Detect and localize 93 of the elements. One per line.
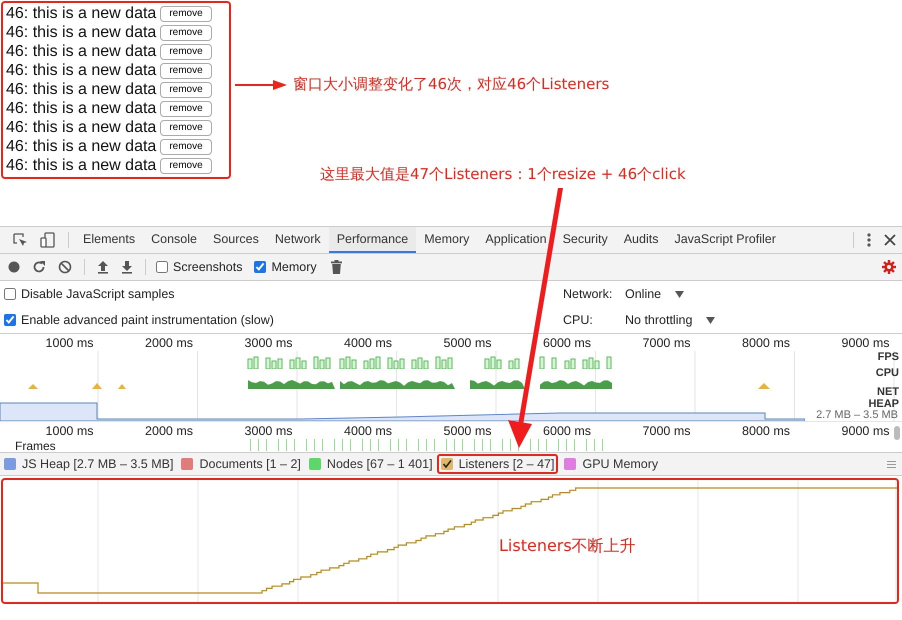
counter-checkbox[interactable] bbox=[4, 458, 16, 470]
tab[interactable]: Network bbox=[266, 227, 329, 253]
caret-icon bbox=[706, 316, 716, 324]
setting-label: CPU: bbox=[563, 313, 594, 327]
tab[interactable]: Console bbox=[143, 227, 205, 253]
checkbox-label: Memory bbox=[271, 260, 317, 274]
time-tick-label: 3000 ms bbox=[244, 336, 294, 350]
annotation-text: 窗口大小调整变化了46次，对应46个Listeners bbox=[293, 75, 610, 94]
time-tick-label: 5000 ms bbox=[442, 336, 492, 350]
data-row-text: 46: this is a new data bbox=[6, 138, 156, 156]
remove-button[interactable]: remove bbox=[160, 6, 212, 22]
checkbox[interactable] bbox=[254, 261, 266, 273]
clear-icon[interactable] bbox=[58, 260, 72, 274]
trash-icon[interactable] bbox=[330, 260, 342, 274]
tab[interactable]: Elements bbox=[75, 227, 144, 253]
throttling-dropdown[interactable]: No throttling bbox=[625, 313, 716, 327]
annotation-text: 这里最大值是47个Listeners：1个resize + 46个click bbox=[320, 165, 686, 184]
time-tick-label: 7000 ms bbox=[642, 336, 692, 350]
checkbox[interactable] bbox=[4, 314, 16, 326]
caret-icon bbox=[675, 290, 684, 298]
menu-icon[interactable] bbox=[887, 460, 896, 468]
data-row-text: 46: this is a new data bbox=[6, 80, 156, 98]
remove-button[interactable]: remove bbox=[160, 138, 212, 154]
remove-button[interactable]: remove bbox=[160, 120, 212, 136]
time-tick-label: 3000 ms bbox=[244, 424, 294, 438]
tab[interactable]: Security bbox=[554, 227, 616, 253]
checkbox-label: Screenshots bbox=[173, 260, 242, 274]
checkbox-label: Enable advanced paint instrumentation (slow) bbox=[21, 313, 274, 327]
track-label: NET bbox=[877, 386, 899, 398]
device-icon[interactable] bbox=[40, 232, 56, 248]
remove-button[interactable]: remove bbox=[160, 24, 212, 40]
remove-button[interactable]: remove bbox=[160, 158, 212, 174]
heap-range-label: 2.7 MB – 3.5 MB bbox=[816, 409, 898, 422]
time-tick-label: 7000 ms bbox=[642, 424, 692, 438]
remove-button[interactable]: remove bbox=[160, 62, 212, 78]
close-icon[interactable] bbox=[884, 234, 896, 246]
tab[interactable]: Application bbox=[477, 227, 555, 253]
data-row-text: 46: this is a new data bbox=[6, 42, 156, 60]
data-row-text: 46: this is a new data bbox=[6, 62, 156, 80]
tab[interactable]: Sources bbox=[204, 227, 267, 253]
frames-label: Frames bbox=[15, 438, 56, 452]
data-row-text: 46: this is a new data bbox=[6, 118, 156, 136]
time-tick-label: 6000 ms bbox=[542, 424, 592, 438]
data-row-text: 46: this is a new data bbox=[6, 100, 156, 118]
tab[interactable]: Performance bbox=[328, 227, 416, 253]
annotation-arrow bbox=[235, 79, 287, 91]
time-tick-label: 5000 ms bbox=[442, 424, 492, 438]
throttling-dropdown[interactable]: Online bbox=[625, 287, 684, 301]
time-tick-label: 4000 ms bbox=[343, 424, 393, 438]
annotation-text: Listeners不断上升 bbox=[499, 536, 636, 557]
checkbox-label: Disable JavaScript samples bbox=[21, 287, 175, 301]
time-tick-label: 4000 ms bbox=[343, 336, 393, 350]
counter-checkbox[interactable] bbox=[308, 458, 321, 470]
download-icon[interactable] bbox=[121, 260, 133, 274]
setting-label: Network: bbox=[563, 287, 614, 301]
time-tick-label: 8000 ms bbox=[741, 336, 791, 350]
counter-checkbox[interactable] bbox=[440, 458, 453, 470]
checkbox[interactable] bbox=[156, 261, 168, 273]
time-tick-label: 2000 ms bbox=[144, 424, 194, 438]
inspect-icon[interactable] bbox=[12, 232, 28, 248]
time-tick-label: 8000 ms bbox=[741, 424, 791, 438]
track-label: CPU bbox=[876, 367, 899, 379]
data-row-text: 46: this is a new data bbox=[6, 4, 156, 22]
remove-button[interactable]: remove bbox=[160, 44, 212, 60]
track-label: FPS bbox=[878, 351, 899, 363]
remove-button[interactable]: remove bbox=[160, 82, 212, 98]
settings-icon[interactable] bbox=[882, 260, 896, 274]
record-icon[interactable] bbox=[8, 261, 20, 273]
counter-toggle[interactable]: Nodes [67 – 1 401] bbox=[308, 457, 433, 471]
upload-icon[interactable] bbox=[97, 260, 109, 274]
data-row-text: 46: this is a new data bbox=[6, 24, 156, 42]
more-icon[interactable] bbox=[866, 232, 872, 248]
time-tick-label: 6000 ms bbox=[542, 336, 592, 350]
checkbox[interactable] bbox=[4, 288, 16, 300]
track-label: HEAP bbox=[868, 398, 899, 410]
counter-toggle[interactable]: JS Heap [2.7 MB – 3.5 MB] bbox=[4, 457, 174, 471]
remove-button[interactable]: remove bbox=[160, 100, 212, 116]
data-row-text: 46: this is a new data bbox=[6, 156, 156, 174]
tab[interactable]: JavaScript Profiler bbox=[666, 227, 784, 253]
tab[interactable]: Memory bbox=[416, 227, 478, 253]
tab[interactable]: Audits bbox=[616, 227, 666, 253]
time-tick-label: 1000 ms bbox=[44, 424, 94, 438]
time-tick-label: 1000 ms bbox=[44, 336, 94, 350]
time-tick-label: 9000 ms bbox=[840, 424, 890, 438]
counter-toggle[interactable]: GPU Memory bbox=[564, 457, 658, 471]
counter-toggle[interactable]: Documents [1 – 2] bbox=[181, 457, 301, 471]
counter-checkbox[interactable] bbox=[564, 458, 576, 470]
counter-checkbox[interactable] bbox=[181, 458, 194, 470]
reload-icon[interactable] bbox=[32, 260, 46, 274]
counter-toggle[interactable]: Listeners [2 – 47] bbox=[440, 457, 554, 471]
scrollbar-thumb[interactable] bbox=[894, 426, 900, 440]
time-tick-label: 9000 ms bbox=[840, 336, 890, 350]
time-tick-label: 2000 ms bbox=[144, 336, 194, 350]
